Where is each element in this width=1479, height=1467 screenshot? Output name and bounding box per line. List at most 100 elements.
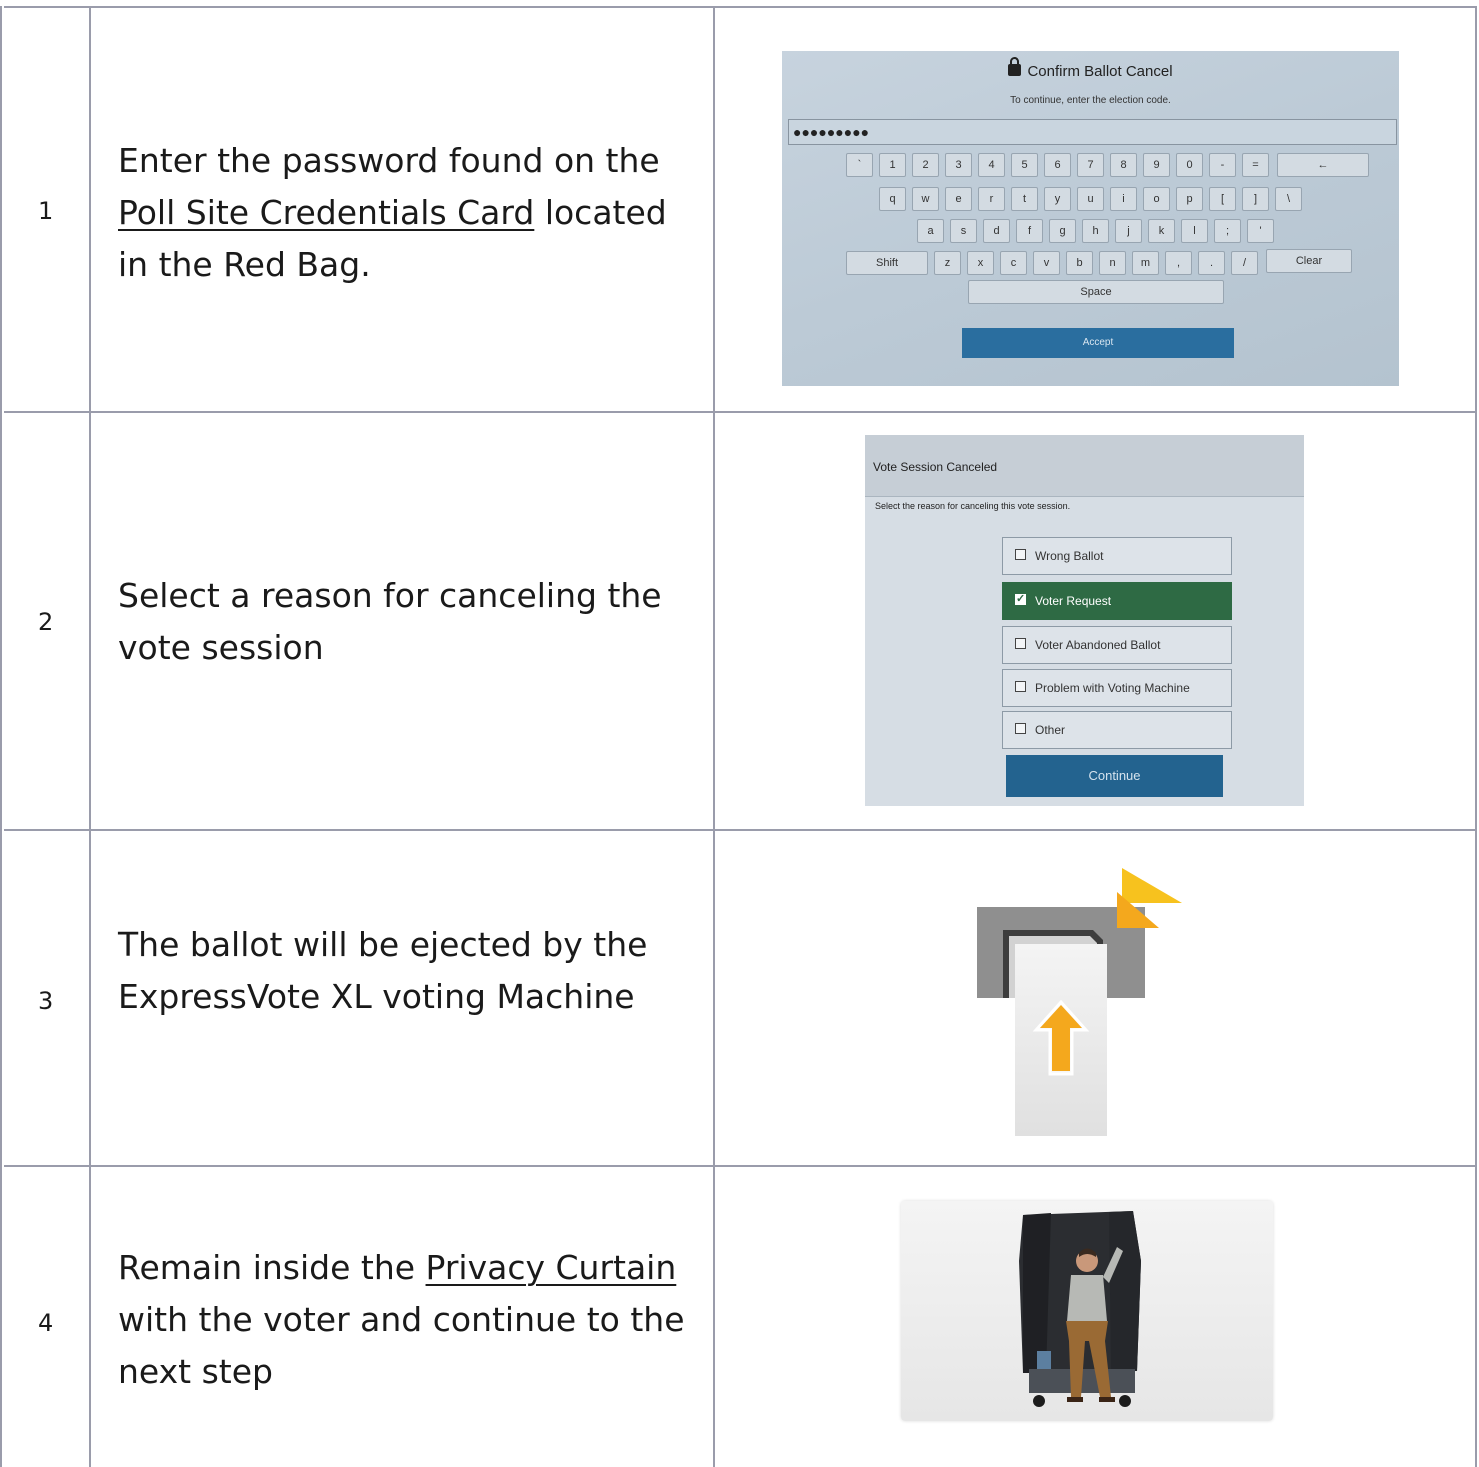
step-instruction: Select a reason for canceling the vote s… — [118, 576, 662, 667]
key[interactable]: e — [945, 187, 972, 211]
checkbox[interactable] — [1015, 549, 1026, 560]
vote-session-canceled-screenshot: Vote Session Canceled Select the reason … — [865, 435, 1304, 806]
step-text: with the voter and continue to the next … — [118, 1300, 685, 1391]
key[interactable]: z — [934, 251, 961, 275]
key[interactable]: 0 — [1176, 153, 1203, 177]
key[interactable]: 8 — [1110, 153, 1137, 177]
key[interactable]: l — [1181, 219, 1208, 243]
option-label: Other — [1035, 723, 1066, 737]
space-key[interactable]: Space — [968, 280, 1224, 304]
clear-key[interactable]: Clear — [1266, 249, 1352, 273]
key[interactable]: r — [978, 187, 1005, 211]
reason-option[interactable]: Other — [1002, 711, 1232, 749]
key[interactable]: o — [1143, 187, 1170, 211]
option-label: Voter Request — [1035, 594, 1112, 608]
column-divider-2 — [713, 6, 715, 1467]
key[interactable]: 5 — [1011, 153, 1038, 177]
key[interactable]: 6 — [1044, 153, 1071, 177]
key[interactable]: . — [1198, 251, 1225, 275]
option-label: Voter Abandoned Ballot — [1035, 638, 1161, 652]
checkbox[interactable] — [1015, 638, 1026, 649]
key[interactable]: 4 — [978, 153, 1005, 177]
row-divider-1 — [4, 411, 1477, 413]
dialog-subtitle: To continue, enter the election code. — [1010, 95, 1171, 106]
key[interactable]: q — [879, 187, 906, 211]
dialog-header: Vote Session Canceled — [865, 435, 1304, 497]
key[interactable]: c — [1000, 251, 1027, 275]
row-divider-2 — [4, 829, 1477, 831]
key[interactable]: p — [1176, 187, 1203, 211]
key[interactable]: / — [1231, 251, 1258, 275]
key[interactable]: - — [1209, 153, 1236, 177]
key[interactable]: u — [1077, 187, 1104, 211]
key[interactable]: n — [1099, 251, 1126, 275]
step-instruction: Enter the password found on the Poll Sit… — [118, 135, 698, 291]
key[interactable]: a — [917, 219, 944, 243]
dialog-prompt: Select the reason for canceling this vot… — [875, 501, 1071, 511]
option-label: Problem with Voting Machine — [1035, 681, 1190, 695]
key[interactable]: t — [1011, 187, 1038, 211]
row-divider-3 — [4, 1165, 1477, 1167]
privacy-curtain-photo — [901, 1201, 1273, 1421]
step-number: 1 — [38, 197, 54, 225]
key[interactable]: j — [1115, 219, 1142, 243]
key[interactable]: = — [1242, 153, 1269, 177]
step-instruction: Remain inside the Privacy Curtain with t… — [118, 1242, 698, 1398]
key[interactable]: s — [950, 219, 977, 243]
credentials-card-link[interactable]: Poll Site Credentials Card — [118, 193, 534, 232]
reason-option-selected[interactable]: Voter Request — [1002, 582, 1232, 620]
option-label: Wrong Ballot — [1035, 549, 1104, 563]
confirm-ballot-cancel-screenshot: Confirm Ballot Cancel To continue, enter… — [782, 51, 1399, 386]
ballot-eject-illustration — [975, 862, 1187, 1138]
key[interactable]: w — [912, 187, 939, 211]
key[interactable]: d — [983, 219, 1010, 243]
key[interactable]: f — [1016, 219, 1043, 243]
key[interactable]: 7 — [1077, 153, 1104, 177]
reason-option[interactable]: Voter Abandoned Ballot — [1002, 626, 1232, 664]
key[interactable]: 2 — [912, 153, 939, 177]
dialog-title-text: Confirm Ballot Cancel — [1027, 63, 1173, 80]
step-number: 4 — [38, 1309, 54, 1337]
checkbox[interactable] — [1015, 723, 1026, 734]
key[interactable]: \ — [1275, 187, 1302, 211]
step-number: 3 — [38, 987, 54, 1015]
table-border-left — [0, 6, 2, 1467]
key[interactable]: ] — [1242, 187, 1269, 211]
password-field[interactable]: ●●●●●●●●● — [788, 119, 1397, 145]
eject-indicator-icon — [1117, 868, 1182, 928]
key[interactable]: ' — [1247, 219, 1274, 243]
step-instruction: The ballot will be ejected by the Expres… — [118, 925, 648, 1016]
key[interactable]: h — [1082, 219, 1109, 243]
key[interactable]: ; — [1214, 219, 1241, 243]
backspace-key[interactable]: ← — [1277, 153, 1369, 177]
step-number: 2 — [38, 608, 54, 636]
checkbox-checked[interactable] — [1015, 592, 1026, 605]
key[interactable]: [ — [1209, 187, 1236, 211]
key[interactable]: g — [1049, 219, 1076, 243]
key[interactable]: 9 — [1143, 153, 1170, 177]
lock-icon — [1008, 57, 1022, 76]
row-divider-top — [4, 6, 1477, 8]
column-divider-1 — [89, 6, 91, 1467]
key[interactable]: 3 — [945, 153, 972, 177]
key[interactable]: x — [967, 251, 994, 275]
checkbox[interactable] — [1015, 681, 1026, 692]
reason-option[interactable]: Wrong Ballot — [1002, 537, 1232, 575]
key[interactable]: , — [1165, 251, 1192, 275]
key[interactable]: i — [1110, 187, 1137, 211]
key[interactable]: y — [1044, 187, 1071, 211]
key[interactable]: ` — [846, 153, 873, 177]
dialog-title: Vote Session Canceled — [873, 460, 998, 474]
continue-button[interactable]: Continue — [1006, 755, 1223, 797]
step-text: Remain inside the — [118, 1248, 426, 1287]
accept-button[interactable]: Accept — [962, 328, 1234, 358]
key[interactable]: 1 — [879, 153, 906, 177]
key[interactable]: k — [1148, 219, 1175, 243]
shift-key[interactable]: Shift — [846, 251, 928, 275]
key[interactable]: b — [1066, 251, 1093, 275]
key[interactable]: v — [1033, 251, 1060, 275]
privacy-curtain-link[interactable]: Privacy Curtain — [426, 1248, 677, 1287]
key[interactable]: m — [1132, 251, 1159, 275]
table-border-right — [1475, 6, 1477, 1467]
reason-option[interactable]: Problem with Voting Machine — [1002, 669, 1232, 707]
